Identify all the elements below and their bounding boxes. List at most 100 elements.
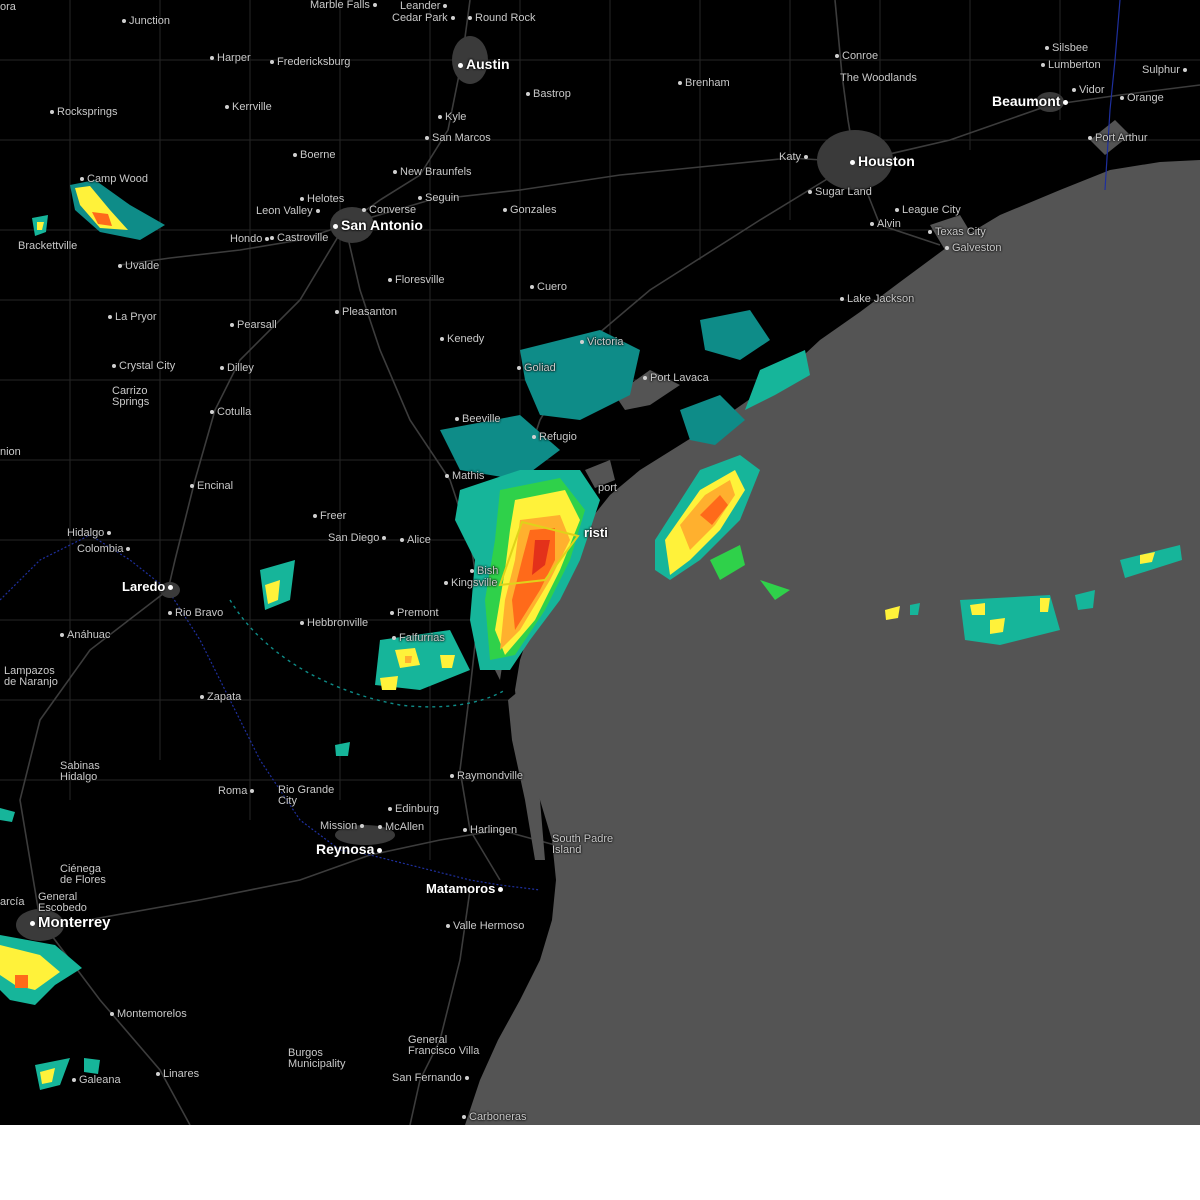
city-league-city[interactable]: League City xyxy=(895,205,961,216)
city-castroville[interactable]: Castroville xyxy=(270,233,328,244)
city-orange[interactable]: Orange xyxy=(1120,93,1164,104)
city-nion[interactable]: nion xyxy=(0,447,21,458)
city-mission[interactable]: Mission xyxy=(320,821,367,832)
city-new-braunfels[interactable]: New Braunfels xyxy=(393,167,472,178)
city-edinburg[interactable]: Edinburg xyxy=(388,804,439,815)
city-alvin[interactable]: Alvin xyxy=(870,219,901,230)
city-crystal-city[interactable]: Crystal City xyxy=(112,361,175,372)
city-camp-wood[interactable]: Camp Wood xyxy=(80,174,148,185)
city-fredericksburg[interactable]: Fredericksburg xyxy=(270,57,350,68)
city-leon-valley[interactable]: Leon Valley xyxy=(256,206,323,217)
city-brenham[interactable]: Brenham xyxy=(678,78,730,89)
city-uvalde[interactable]: Uvalde xyxy=(118,261,159,272)
city-cienega-de-flores[interactable]: Ciénega de Flores xyxy=(60,864,106,886)
city-dilley[interactable]: Dilley xyxy=(220,363,254,374)
city-sabinas-hidalgo[interactable]: Sabinas Hidalgo xyxy=(60,761,100,783)
city-matamoros[interactable]: Matamoros xyxy=(426,882,506,896)
city-kenedy[interactable]: Kenedy xyxy=(440,334,484,345)
city-floresville[interactable]: Floresville xyxy=(388,275,445,286)
city-lampazos[interactable]: Lampazos de Naranjo xyxy=(4,666,58,688)
city-vidor[interactable]: Vidor xyxy=(1072,85,1104,96)
city-hondo[interactable]: Hondo xyxy=(230,234,272,245)
city-austin[interactable]: Austin xyxy=(458,57,510,71)
city-galveston[interactable]: Galveston xyxy=(945,243,1002,254)
city-alice[interactable]: Alice xyxy=(400,535,431,546)
city-kyle[interactable]: Kyle xyxy=(438,112,466,123)
city-harlingen[interactable]: Harlingen xyxy=(463,825,517,836)
city-cuero[interactable]: Cuero xyxy=(530,282,567,293)
city-rio-grande-city[interactable]: Rio Grande City xyxy=(278,785,334,807)
city-falfurrias[interactable]: Falfurrias xyxy=(392,633,445,644)
city-texas-city[interactable]: Texas City xyxy=(928,227,986,238)
city-burgos-municipality[interactable]: Burgos Municipality xyxy=(288,1048,345,1070)
city-anahuac[interactable]: Anáhuac xyxy=(60,630,110,641)
city-rocksprings[interactable]: Rocksprings xyxy=(50,107,118,118)
city-port-arthur[interactable]: Port Arthur xyxy=(1088,133,1148,144)
city-mathis[interactable]: Mathis xyxy=(445,471,484,482)
city-galeana[interactable]: Galeana xyxy=(72,1075,121,1086)
city-valle-hermoso[interactable]: Valle Hermoso xyxy=(446,921,524,932)
city-san-marcos[interactable]: San Marcos xyxy=(425,133,491,144)
city-corpus-christi[interactable]: risti xyxy=(584,526,608,540)
city-mcallen[interactable]: McAllen xyxy=(378,822,424,833)
city-silsbee[interactable]: Silsbee xyxy=(1045,43,1088,54)
city-harper[interactable]: Harper xyxy=(210,53,251,64)
city-laredo[interactable]: Laredo xyxy=(122,580,176,594)
city-brackettville[interactable]: Brackettville xyxy=(18,241,77,252)
city-beaumont[interactable]: Beaumont xyxy=(992,94,1071,108)
city-junction[interactable]: Junction xyxy=(122,16,170,27)
city-encinal[interactable]: Encinal xyxy=(190,481,233,492)
city-garcia[interactable]: arcía xyxy=(0,897,24,908)
city-goliad[interactable]: Goliad xyxy=(517,363,556,374)
city-kingsville[interactable]: Kingsville xyxy=(444,578,497,589)
city-victoria[interactable]: Victoria xyxy=(580,337,623,348)
city-conroe[interactable]: Conroe xyxy=(835,51,878,62)
city-carrizo-springs[interactable]: Carrizo Springs xyxy=(112,386,149,408)
city-san-fernando[interactable]: San Fernando xyxy=(392,1073,472,1084)
city-sulphur[interactable]: Sulphur xyxy=(1142,65,1190,76)
city-ora[interactable]: ora xyxy=(0,2,16,13)
city-la-pryor[interactable]: La Pryor xyxy=(108,312,157,323)
city-premont[interactable]: Premont xyxy=(390,608,439,619)
city-reynosa[interactable]: Reynosa xyxy=(316,842,385,856)
city-katy[interactable]: Katy xyxy=(779,152,811,163)
city-leander[interactable]: Leander xyxy=(400,1,450,12)
city-south-padre-island[interactable]: South Padre Island xyxy=(552,834,613,856)
city-lake-jackson[interactable]: Lake Jackson xyxy=(840,294,914,305)
radar-map[interactable]: ora Marble Falls Leander Cedar Park Roun… xyxy=(0,0,1200,1125)
city-seguin[interactable]: Seguin xyxy=(418,193,459,204)
city-linares[interactable]: Linares xyxy=(156,1069,199,1080)
city-carboneras[interactable]: Carboneras xyxy=(462,1112,526,1123)
city-zapata[interactable]: Zapata xyxy=(200,692,241,703)
city-cedar-park[interactable]: Cedar Park xyxy=(392,13,458,24)
city-hebbronville[interactable]: Hebbronville xyxy=(300,618,368,629)
city-port-lavaca[interactable]: Port Lavaca xyxy=(643,373,709,384)
city-general-francisco-villa[interactable]: General Francisco Villa xyxy=(408,1035,479,1057)
city-sugar-land[interactable]: Sugar Land xyxy=(808,187,872,198)
city-colombia[interactable]: Colombia xyxy=(77,544,133,555)
city-roma[interactable]: Roma xyxy=(218,786,257,797)
city-helotes[interactable]: Helotes xyxy=(300,194,344,205)
city-the-woodlands[interactable]: The Woodlands xyxy=(840,73,917,84)
city-raymondville[interactable]: Raymondville xyxy=(450,771,523,782)
city-houston[interactable]: Houston xyxy=(850,154,915,168)
city-san-diego[interactable]: San Diego xyxy=(328,533,389,544)
city-aransas-pass[interactable]: port xyxy=(598,483,617,494)
city-bishop[interactable]: Bish xyxy=(470,566,498,577)
city-freer[interactable]: Freer xyxy=(313,511,346,522)
city-bastrop[interactable]: Bastrop xyxy=(526,89,571,100)
city-rio-bravo[interactable]: Rio Bravo xyxy=(168,608,223,619)
city-cotulla[interactable]: Cotulla xyxy=(210,407,251,418)
city-hidalgo[interactable]: Hidalgo xyxy=(67,528,114,539)
city-kerrville[interactable]: Kerrville xyxy=(225,102,272,113)
city-lumberton[interactable]: Lumberton xyxy=(1041,60,1101,71)
city-gonzales[interactable]: Gonzales xyxy=(503,205,556,216)
city-pleasanton[interactable]: Pleasanton xyxy=(335,307,397,318)
city-monterrey[interactable]: Monterrey xyxy=(30,915,111,930)
city-pearsall[interactable]: Pearsall xyxy=(230,320,277,331)
city-converse[interactable]: Converse xyxy=(362,205,416,216)
city-marble-falls[interactable]: Marble Falls xyxy=(310,0,380,11)
city-montemorelos[interactable]: Montemorelos xyxy=(110,1009,187,1020)
city-san-antonio[interactable]: San Antonio xyxy=(333,218,423,232)
city-round-rock[interactable]: Round Rock xyxy=(468,13,536,24)
